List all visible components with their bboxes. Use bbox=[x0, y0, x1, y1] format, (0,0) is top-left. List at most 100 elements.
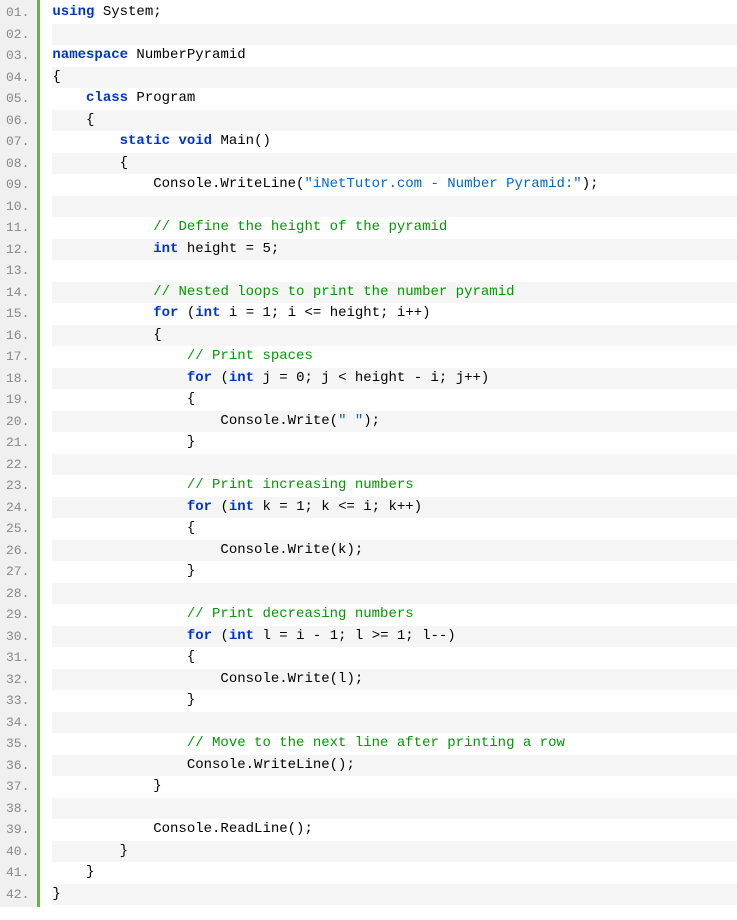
code-line: { bbox=[52, 67, 737, 89]
code-line: } bbox=[52, 432, 737, 454]
code-line bbox=[52, 196, 737, 218]
code-text: i = 1; i <= height; i++) bbox=[220, 305, 430, 321]
code-text: j = 0; j < height - i; j++) bbox=[254, 370, 489, 386]
code-text bbox=[52, 284, 153, 300]
code-text bbox=[52, 370, 186, 386]
line-number: 05. bbox=[0, 88, 37, 110]
code-text: System; bbox=[94, 4, 161, 20]
code-text: } bbox=[52, 864, 94, 880]
code-text: { bbox=[52, 112, 94, 128]
code-text: } bbox=[52, 692, 195, 708]
line-number: 01. bbox=[0, 2, 37, 24]
code-line: int height = 5; bbox=[52, 239, 737, 261]
line-number-gutter: 01.02.03.04.05.06.07.08.09.10.11.12.13.1… bbox=[0, 0, 40, 907]
code-text: { bbox=[52, 327, 161, 343]
code-text: ( bbox=[178, 305, 195, 321]
code-line: { bbox=[52, 389, 737, 411]
code-text: } bbox=[52, 434, 195, 450]
keyword: for bbox=[187, 499, 212, 515]
code-block: 01.02.03.04.05.06.07.08.09.10.11.12.13.1… bbox=[0, 0, 737, 907]
code-line: Console.WriteLine("iNetTutor.com - Numbe… bbox=[52, 174, 737, 196]
code-text bbox=[52, 606, 186, 622]
code-line: { bbox=[52, 325, 737, 347]
keyword: int bbox=[153, 241, 178, 257]
code-line: // Define the height of the pyramid bbox=[52, 217, 737, 239]
line-number: 16. bbox=[0, 325, 37, 347]
code-line: // Print increasing numbers bbox=[52, 475, 737, 497]
code-area: using System; namespace NumberPyramid { cl… bbox=[40, 0, 737, 907]
code-line: } bbox=[52, 884, 737, 906]
code-line: } bbox=[52, 776, 737, 798]
code-line: { bbox=[52, 518, 737, 540]
code-line: class Program bbox=[52, 88, 737, 110]
keyword: void bbox=[178, 133, 212, 149]
code-text: { bbox=[52, 69, 60, 85]
line-number: 37. bbox=[0, 776, 37, 798]
code-text: Console.Write( bbox=[52, 413, 338, 429]
code-line: { bbox=[52, 153, 737, 175]
line-number: 40. bbox=[0, 841, 37, 863]
code-text: ); bbox=[363, 413, 380, 429]
code-line: Console.Write(" "); bbox=[52, 411, 737, 433]
code-line: namespace NumberPyramid bbox=[52, 45, 737, 67]
line-number: 31. bbox=[0, 647, 37, 669]
line-number: 23. bbox=[0, 475, 37, 497]
code-line: for (int k = 1; k <= i; k++) bbox=[52, 497, 737, 519]
keyword: for bbox=[153, 305, 178, 321]
line-number: 41. bbox=[0, 862, 37, 884]
line-number: 06. bbox=[0, 110, 37, 132]
line-number: 36. bbox=[0, 755, 37, 777]
line-number: 18. bbox=[0, 368, 37, 390]
line-number: 42. bbox=[0, 884, 37, 906]
line-number: 29. bbox=[0, 604, 37, 626]
code-text: { bbox=[52, 649, 195, 665]
code-text: } bbox=[52, 563, 195, 579]
line-number: 32. bbox=[0, 669, 37, 691]
code-line: // Print decreasing numbers bbox=[52, 604, 737, 626]
code-text bbox=[52, 735, 186, 751]
code-text bbox=[52, 90, 86, 106]
code-text: ( bbox=[212, 499, 229, 515]
line-number: 27. bbox=[0, 561, 37, 583]
code-line: } bbox=[52, 561, 737, 583]
code-text: Console.Write(l); bbox=[52, 671, 363, 687]
keyword: using bbox=[52, 4, 94, 20]
code-text bbox=[52, 499, 186, 515]
code-text: ( bbox=[212, 628, 229, 644]
line-number: 20. bbox=[0, 411, 37, 433]
line-number: 04. bbox=[0, 67, 37, 89]
line-number: 07. bbox=[0, 131, 37, 153]
code-line: static void Main() bbox=[52, 131, 737, 153]
code-text: ); bbox=[582, 176, 599, 192]
keyword: for bbox=[187, 370, 212, 386]
code-line: { bbox=[52, 110, 737, 132]
code-line: Console.WriteLine(); bbox=[52, 755, 737, 777]
code-line bbox=[52, 260, 737, 282]
code-line bbox=[52, 712, 737, 734]
line-number: 17. bbox=[0, 346, 37, 368]
code-text bbox=[52, 241, 153, 257]
code-line: for (int j = 0; j < height - i; j++) bbox=[52, 368, 737, 390]
comment: // Nested loops to print the number pyra… bbox=[153, 284, 514, 300]
line-number: 19. bbox=[0, 389, 37, 411]
code-text bbox=[52, 628, 186, 644]
comment: // Print decreasing numbers bbox=[187, 606, 414, 622]
code-line: { bbox=[52, 647, 737, 669]
code-text: { bbox=[52, 520, 195, 536]
code-line bbox=[52, 454, 737, 476]
string-literal: " " bbox=[338, 413, 363, 429]
code-line: // Print spaces bbox=[52, 346, 737, 368]
code-line: for (int l = i - 1; l >= 1; l--) bbox=[52, 626, 737, 648]
line-number: 39. bbox=[0, 819, 37, 841]
keyword: int bbox=[229, 370, 254, 386]
keyword: int bbox=[195, 305, 220, 321]
code-line: Console.Write(l); bbox=[52, 669, 737, 691]
line-number: 08. bbox=[0, 153, 37, 175]
code-line bbox=[52, 24, 737, 46]
line-number: 14. bbox=[0, 282, 37, 304]
line-number: 24. bbox=[0, 497, 37, 519]
keyword: namespace bbox=[52, 47, 128, 63]
line-number: 03. bbox=[0, 45, 37, 67]
code-text: { bbox=[52, 155, 128, 171]
code-line: } bbox=[52, 841, 737, 863]
